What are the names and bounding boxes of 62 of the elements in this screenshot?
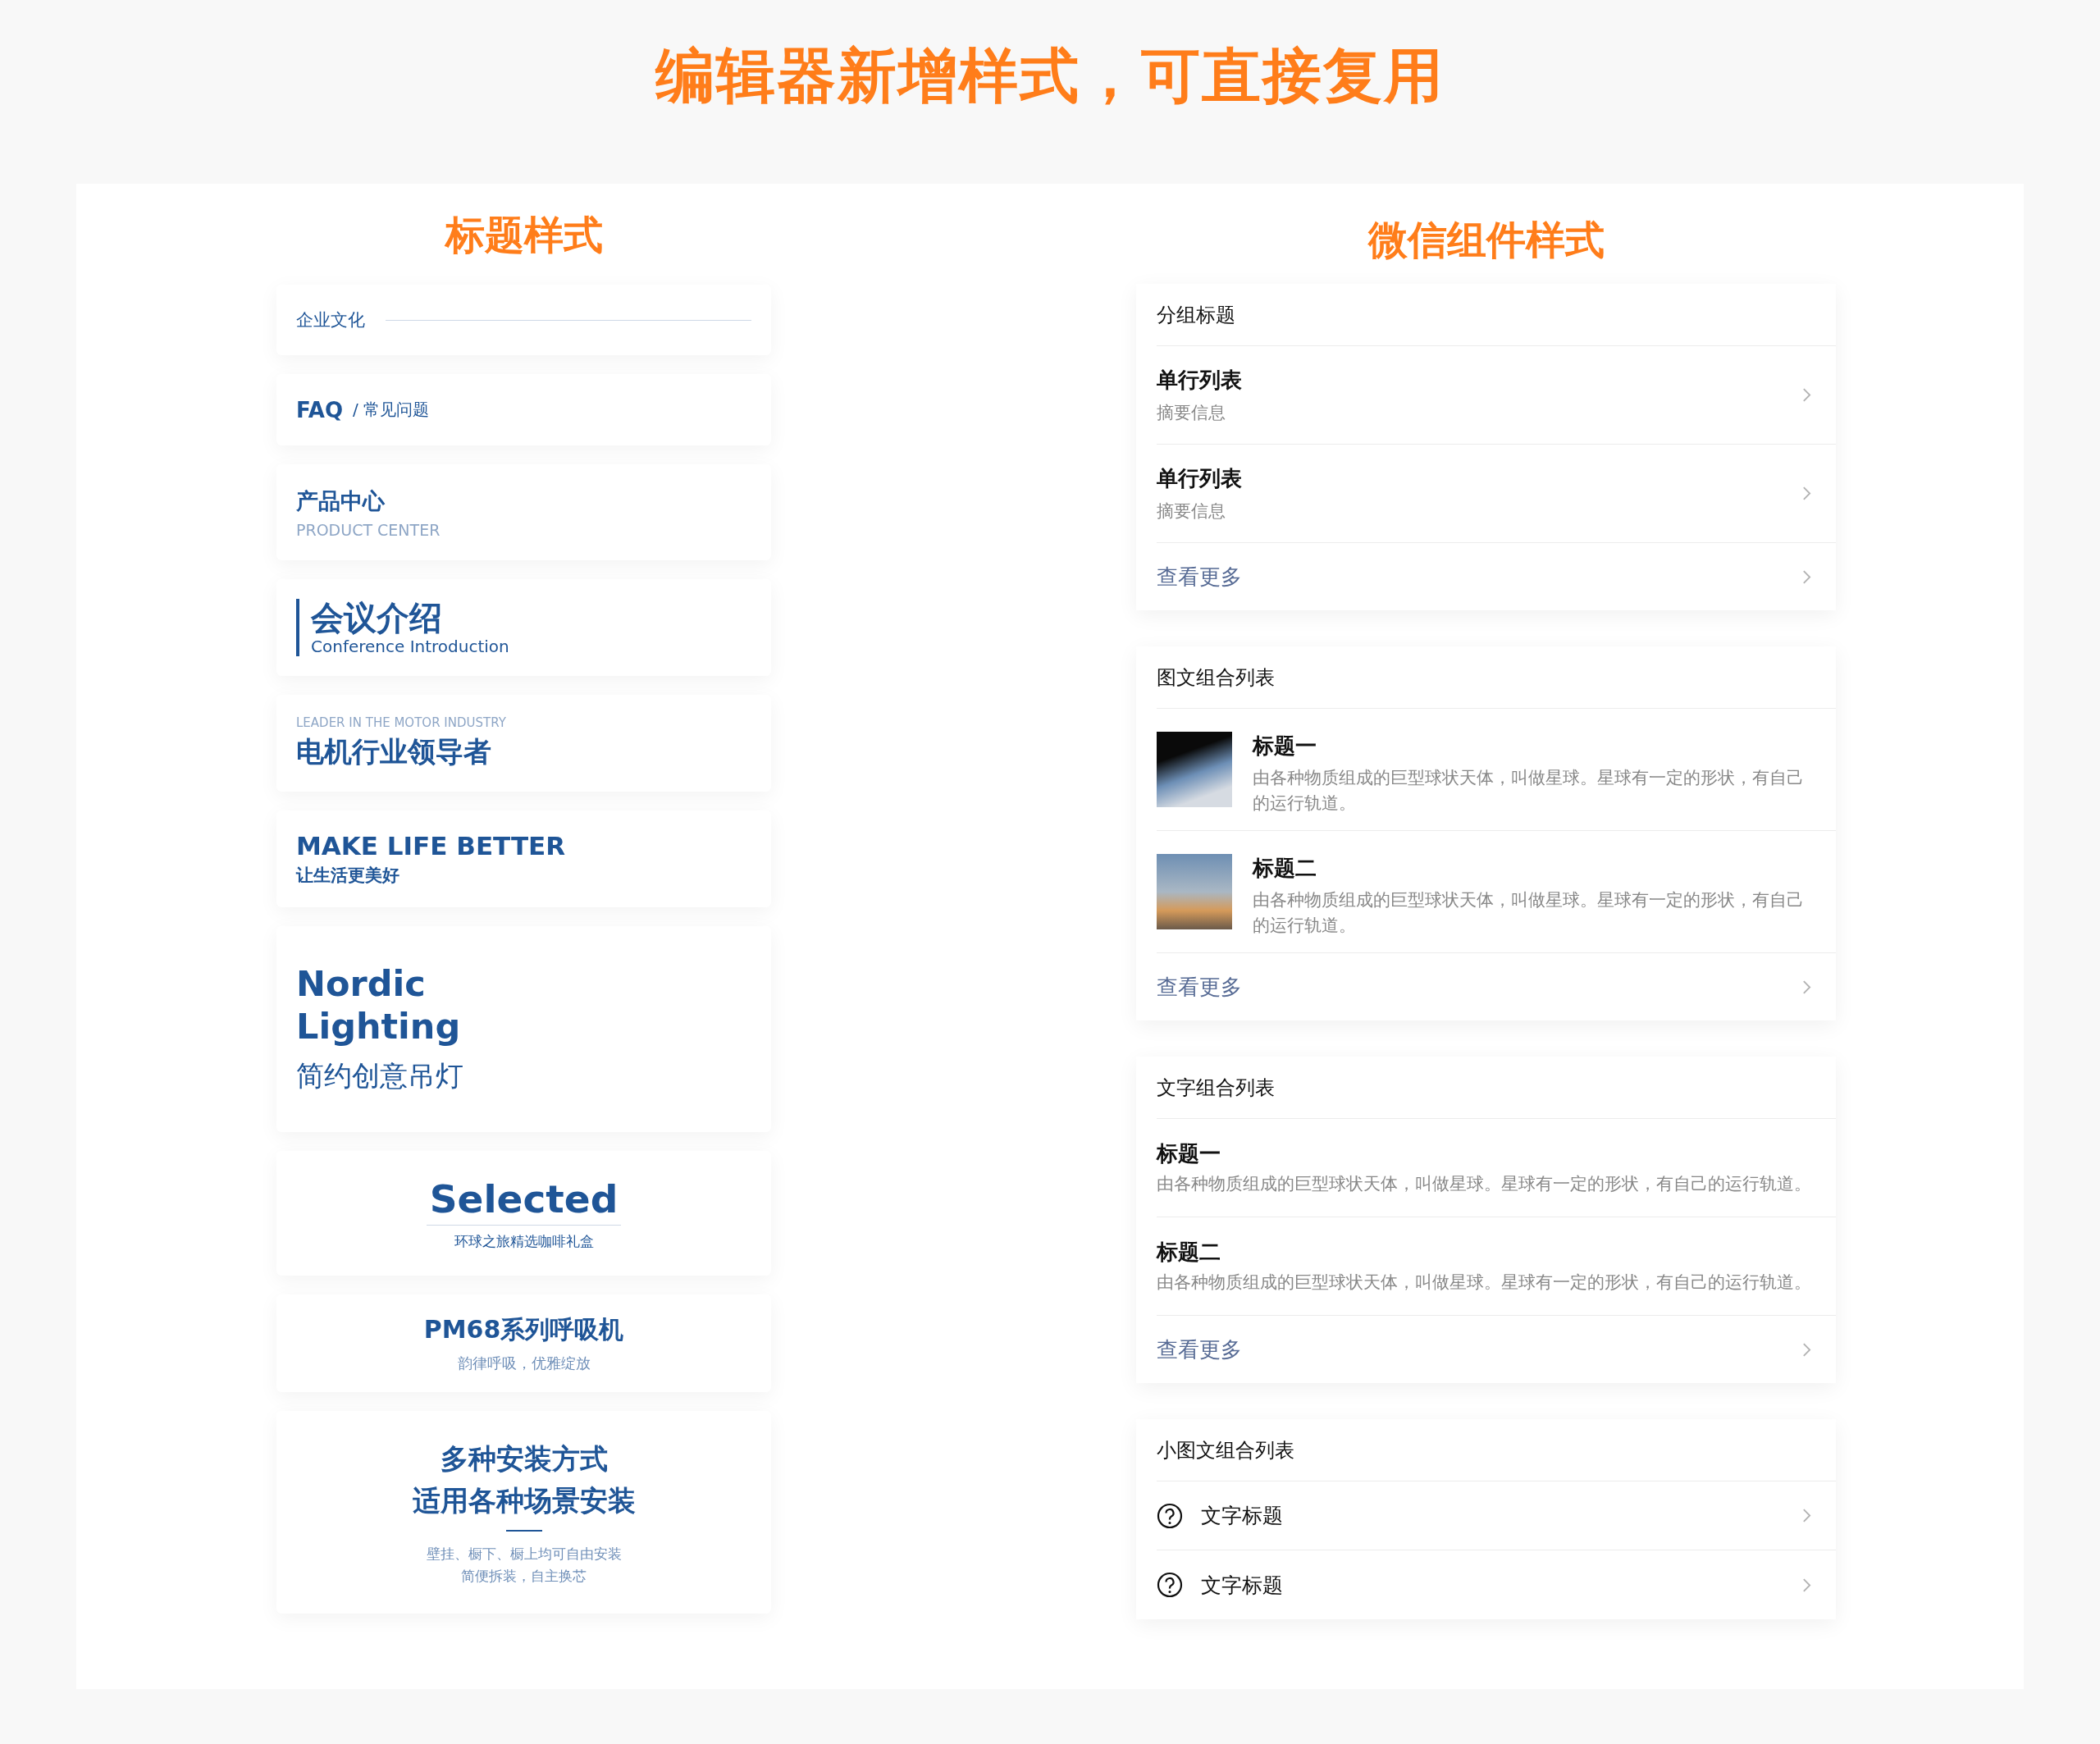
item-title: 标题二 (1157, 1238, 1221, 1266)
list-item[interactable]: 文字标题 (1157, 1481, 1836, 1550)
card-subtitle: / 常见问题 (353, 399, 430, 421)
item-title: 文字标题 (1201, 1503, 1284, 1529)
chevron-right-icon (1802, 979, 1811, 995)
card-title: PM68系列呼吸机 (423, 1314, 624, 1345)
card-subtitle: 环球之旅精选咖啡礼盒 (454, 1231, 594, 1251)
card-subtitle: Conference Introduction (311, 637, 510, 656)
card-subtitle: 让生活更美好 (296, 865, 400, 887)
help-icon (1157, 1572, 1183, 1598)
card-title: MAKE LIFE BETTER (296, 831, 567, 861)
list-item[interactable]: 标题二 由各种物质组成的巨型球状天体，叫做星球。星球有一定的形状，有自己的运行轨道。 (1157, 831, 1836, 953)
card-title-line: Nordic (296, 962, 427, 1006)
card-description-line: 壁挂、橱下、橱上均可自由安装 (426, 1545, 622, 1564)
chevron-right-icon (1802, 387, 1811, 403)
card-title: 会议介绍 (311, 599, 443, 637)
group-header: 小图文组合列表 (1157, 1419, 1836, 1481)
card-subtitle: PRODUCT CENTER (296, 520, 441, 539)
card-title: FAQ (296, 397, 343, 422)
chevron-right-icon (1802, 568, 1811, 585)
item-description: 由各种物质组成的巨型球状天体，叫做星球。星球有一定的形状，有自己的运行轨道。 (1253, 767, 1805, 815)
item-title: 单行列表 (1157, 465, 1243, 492)
list-item[interactable]: 标题二 由各种物质组成的巨型球状天体，叫做星球。星球有一定的形状，有自己的运行轨道。 (1157, 1217, 1836, 1316)
view-more-link[interactable]: 查看更多 (1157, 1316, 1836, 1383)
card-subtitle: 韵律呼吸，优雅绽放 (457, 1354, 591, 1373)
chevron-right-icon (1802, 486, 1811, 501)
group-header: 图文组合列表 (1157, 646, 1836, 709)
item-title: 文字标题 (1201, 1572, 1284, 1599)
list-item[interactable]: 单行列表 摘要信息 (1157, 346, 1836, 445)
item-summary: 摘要信息 (1157, 402, 1226, 424)
item-title: 单行列表 (1157, 367, 1243, 394)
item-description: 由各种物质组成的巨型球状天体，叫做星球。星球有一定的形状，有自己的运行轨道。 (1157, 1172, 1811, 1195)
item-title: 标题一 (1157, 1139, 1221, 1167)
card-subtitle: 简约创意吊灯 (296, 1058, 464, 1094)
item-title: 标题一 (1253, 733, 1317, 760)
group-header: 分组标题 (1157, 284, 1836, 346)
card-title: Selected (426, 1176, 622, 1226)
list-item[interactable]: 标题一 由各种物质组成的巨型球状天体，叫做星球。星球有一定的形状，有自己的运行轨道。 (1157, 1119, 1836, 1217)
help-icon (1157, 1502, 1183, 1529)
chevron-right-icon (1802, 1508, 1811, 1523)
item-description: 由各种物质组成的巨型球状天体，叫做星球。星球有一定的形状，有自己的运行轨道。 (1157, 1271, 1811, 1294)
card-eyebrow: LEADER IN THE MOTOR INDUSTRY (296, 715, 507, 730)
view-more-link[interactable]: 查看更多 (1157, 543, 1836, 610)
list-item[interactable]: 标题一 由各种物质组成的巨型球状天体，叫做星球。星球有一定的形状，有自己的运行轨道。 (1157, 709, 1836, 831)
item-summary: 摘要信息 (1157, 500, 1226, 523)
list-item[interactable]: 单行列表 摘要信息 (1157, 445, 1836, 543)
card-title-line: 多种安装方式 (440, 1441, 608, 1477)
card-title-line: Lighting (296, 1005, 462, 1048)
list-item[interactable]: 文字标题 (1157, 1550, 1836, 1619)
section-title: 标题样式 (444, 211, 604, 259)
item-description: 由各种物质组成的巨型球状天体，叫做星球。星球有一定的形状，有自己的运行轨道。 (1253, 889, 1805, 937)
group-header: 文字组合列表 (1157, 1057, 1836, 1119)
section-title: 微信组件样式 (1367, 216, 1605, 264)
card-description-line: 简便拆装，自主换芯 (461, 1566, 587, 1586)
chevron-right-icon (1802, 1577, 1811, 1593)
view-more-link[interactable]: 查看更多 (1157, 953, 1836, 1020)
chevron-right-icon (1802, 1341, 1811, 1358)
card-title-line: 适用各种场景安装 (412, 1483, 636, 1519)
card-title: 产品中心 (296, 486, 386, 515)
item-title: 标题二 (1253, 855, 1317, 882)
card-title: 电机行业领导者 (296, 734, 492, 769)
card-title: 企业文化 (296, 309, 365, 331)
